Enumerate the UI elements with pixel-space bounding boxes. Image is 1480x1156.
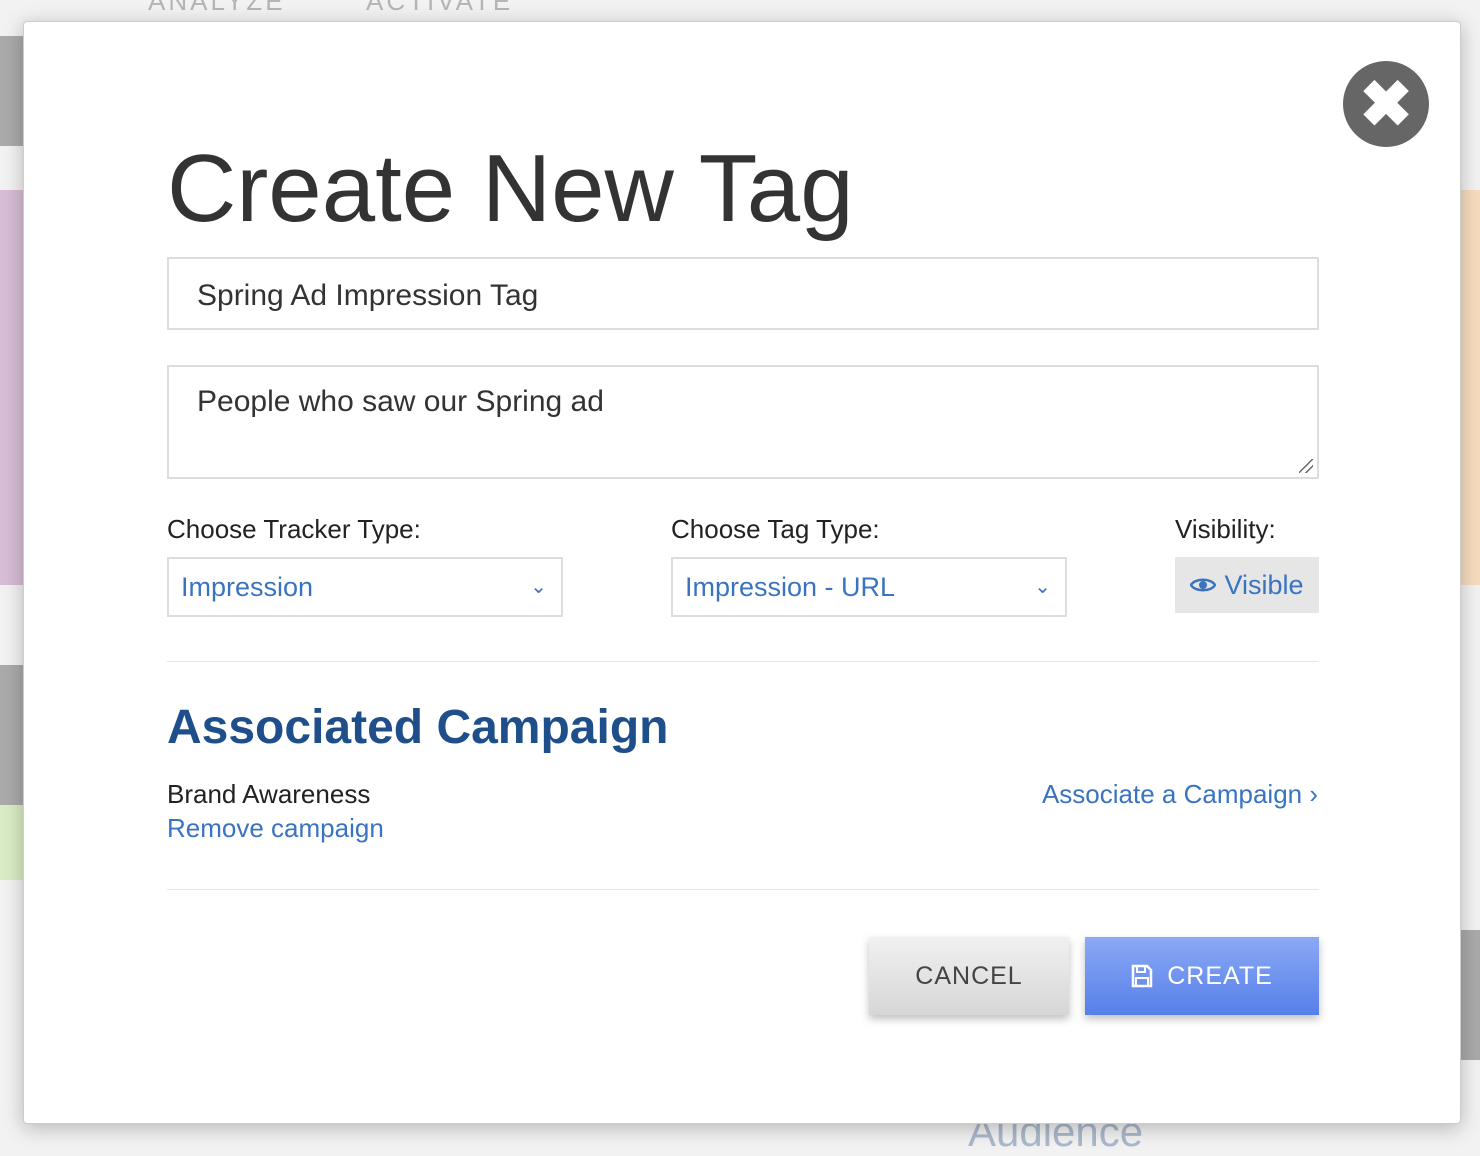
tracker-type-label: Choose Tracker Type: [167, 514, 421, 544]
nav-analyze: ANALYZE [148, 0, 286, 16]
divider [167, 889, 1319, 890]
cancel-button[interactable]: CANCEL [869, 937, 1069, 1015]
tracker-type-select[interactable]: Impression ⌄ [167, 557, 563, 617]
tag-type-value: Impression - URL [685, 572, 896, 602]
tag-description-textarea[interactable]: People who saw our Spring ad [167, 365, 1319, 479]
divider [167, 661, 1319, 662]
nav-activate: ACTIVATE [366, 0, 514, 16]
visibility-value: Visible [1224, 569, 1304, 600]
campaign-name: Brand Awareness [167, 779, 371, 809]
remove-campaign-link[interactable]: Remove campaign [167, 813, 384, 844]
cancel-label: CANCEL [915, 961, 1023, 990]
save-icon [1131, 964, 1153, 988]
eye-icon [1190, 578, 1217, 592]
resize-handle-icon[interactable] [1299, 459, 1313, 473]
visibility-label: Visibility: [1175, 514, 1276, 544]
visibility-toggle[interactable]: Visible [1175, 557, 1319, 613]
create-tag-modal: ✖ Create New Tag Spring Ad Impression Ta… [23, 21, 1461, 1124]
campaign-heading: Associated Campaign [167, 701, 669, 754]
create-button[interactable]: CREATE [1085, 937, 1319, 1015]
create-label: CREATE [1167, 961, 1273, 990]
close-icon[interactable]: ✖ [1343, 61, 1429, 147]
tag-type-select[interactable]: Impression - URL ⌄ [671, 557, 1067, 617]
modal-title: Create New Tag [167, 135, 854, 242]
associate-campaign-link[interactable]: Associate a Campaign › [1042, 779, 1318, 810]
tag-type-label: Choose Tag Type: [671, 514, 880, 544]
tracker-type-value: Impression [181, 572, 314, 602]
chevron-down-icon: ⌄ [1034, 576, 1051, 598]
chevron-down-icon: ⌄ [530, 576, 547, 598]
description-text: People who saw our Spring ad [197, 385, 604, 418]
tag-name-input[interactable]: Spring Ad Impression Tag [167, 257, 1319, 330]
